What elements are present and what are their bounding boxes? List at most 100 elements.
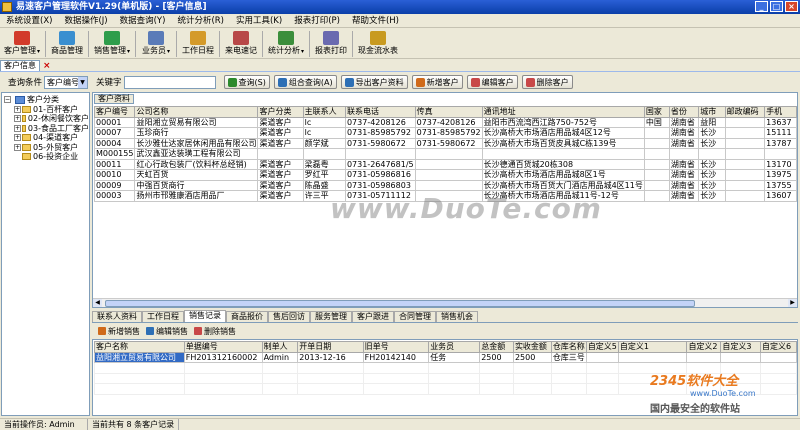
menu-statistics[interactable]: 统计分析(R) xyxy=(171,14,230,28)
button-label: 编辑客户 xyxy=(481,77,514,87)
folder-icon xyxy=(22,124,26,132)
toolbar-schedule[interactable]: 工作日程 xyxy=(180,29,216,59)
column-header[interactable]: 自定义5 xyxy=(585,341,619,353)
column-header[interactable]: 制单人 xyxy=(261,341,299,353)
tab-contracts[interactable]: 合同管理 xyxy=(394,311,436,322)
table-row[interactable]: 00010 天虹百货 渠道客户 罗红平 0731-05986816 长沙高桥大市场酒店用品… xyxy=(93,169,797,181)
tab-follow-up[interactable]: 客户跟进 xyxy=(352,311,394,322)
column-header[interactable]: 自定义6 xyxy=(760,341,797,353)
column-header[interactable]: 通讯地址 xyxy=(481,106,645,118)
tab-service[interactable]: 服务管理 xyxy=(310,311,352,322)
tab-after-sales[interactable]: 售后回访 xyxy=(268,311,310,322)
delete-customer-button[interactable]: 删除客户 xyxy=(521,75,573,89)
combined-search-button[interactable]: 组合查询(A) xyxy=(273,75,337,89)
expand-icon[interactable]: + xyxy=(14,115,21,123)
maximize-button[interactable]: □ xyxy=(770,1,783,12)
tab-customer-info[interactable]: 客户信息 xyxy=(0,60,40,71)
close-button[interactable]: × xyxy=(785,1,798,12)
edit-customer-button[interactable]: 编辑客户 xyxy=(466,75,518,89)
scroll-left-icon[interactable]: ◀ xyxy=(93,299,102,307)
column-header[interactable]: 传真 xyxy=(414,106,483,118)
condition-value: 客户编号 xyxy=(47,77,80,87)
table-cell xyxy=(698,148,726,160)
column-header[interactable]: 手机 xyxy=(764,106,797,118)
horizontal-scrollbar[interactable]: ◀ ▶ xyxy=(93,298,797,307)
column-header[interactable]: 旧单号 xyxy=(362,341,430,353)
phone-icon xyxy=(233,31,249,45)
tree-item[interactable]: 06-投资企业 xyxy=(2,152,89,162)
tab-opportunities[interactable]: 销售机会 xyxy=(436,311,478,322)
printer-icon xyxy=(323,31,339,45)
tab-sales-records[interactable]: 销售记录 xyxy=(184,310,226,322)
column-header[interactable]: 仓库名称 xyxy=(550,341,587,353)
expand-icon[interactable]: + xyxy=(14,143,21,151)
column-header[interactable]: 联系电话 xyxy=(344,106,416,118)
column-header[interactable]: 主联系人 xyxy=(302,106,346,118)
toolbar-salesperson[interactable]: 业务员▾ xyxy=(139,29,173,59)
toolbar-product-management[interactable]: 商品管理 xyxy=(49,29,85,59)
tab-quotes[interactable]: 商品报价 xyxy=(226,311,268,322)
tab-contacts[interactable]: 联系人资料 xyxy=(92,311,142,322)
toolbar-statistics[interactable]: 统计分析▾ xyxy=(266,29,306,59)
close-tab-icon[interactable]: × xyxy=(43,61,51,71)
condition-select[interactable]: 客户编号 ▼ xyxy=(44,75,89,89)
expand-icon[interactable]: + xyxy=(14,124,21,132)
add-customer-button[interactable]: 新增客户 xyxy=(411,75,463,89)
column-header[interactable]: 客户分类 xyxy=(257,106,304,118)
table-row[interactable]: 00001 益阳湘立贸易有限公司 渠道客户 lc 0737-4208126 0737-42… xyxy=(93,116,797,128)
scroll-right-icon[interactable]: ▶ xyxy=(788,299,797,307)
table-row[interactable]: 00009 中强百货商行 渠道客户 陈晶盛 0731-05986803 长沙高桥大市场百货… xyxy=(93,179,797,191)
table-row[interactable]: 00011 红心行政包装厂(饮料杯总经销) 渠道客户 梁磊粤 0731-2647681/… xyxy=(93,158,797,170)
column-header[interactable]: 邮政编码 xyxy=(724,106,766,118)
column-header[interactable]: 自定义1 xyxy=(617,341,688,353)
menu-tools[interactable]: 实用工具(K) xyxy=(230,14,288,28)
search-icon xyxy=(227,77,237,87)
empty-cell xyxy=(585,383,619,395)
column-header[interactable]: 总金额 xyxy=(479,341,514,353)
table-row[interactable]: 00007 玉珍商行 渠道客户 lc 0731-85985792 0731-8598579… xyxy=(93,127,797,139)
toolbar-report-print[interactable]: 报表打印 xyxy=(313,29,349,59)
expand-icon[interactable]: + xyxy=(14,134,21,142)
toolbar-sales-management[interactable]: 销售管理▾ xyxy=(92,29,132,59)
delete-sale-button[interactable]: 删除销售 xyxy=(194,326,236,337)
table-cell: 中强百货商行 xyxy=(134,179,259,191)
menu-system[interactable]: 系统设置(X) xyxy=(0,14,58,28)
column-header[interactable]: 公司名称 xyxy=(134,106,259,118)
column-header[interactable]: 自定义3 xyxy=(720,341,762,353)
keyword-input[interactable] xyxy=(123,75,216,89)
menu-data-query[interactable]: 数据查询(Y) xyxy=(114,14,172,28)
column-header[interactable]: 开单日期 xyxy=(297,341,364,353)
column-header[interactable]: 自定义2 xyxy=(686,341,722,353)
tab-schedule[interactable]: 工作日程 xyxy=(142,311,184,322)
column-header[interactable]: 客户编号 xyxy=(93,106,136,118)
table-row[interactable]: 益阳湘立贸易有限公司 FH201312160002 Admin 2013-12-16 F… xyxy=(94,351,797,363)
table-cell: 2500 xyxy=(479,351,514,363)
menu-help[interactable]: 帮助文件(H) xyxy=(346,14,405,28)
edit-sale-button[interactable]: 编辑销售 xyxy=(146,326,188,337)
search-button[interactable]: 查询(S) xyxy=(223,75,270,89)
toolbar-cash-flow[interactable]: 现金流水表 xyxy=(356,29,400,59)
export-button[interactable]: 导出客户资料 xyxy=(340,75,408,89)
table-cell xyxy=(257,148,304,160)
add-sale-button[interactable]: 新增销售 xyxy=(98,326,140,337)
column-header[interactable]: 单据编号 xyxy=(183,341,263,353)
scroll-thumb[interactable] xyxy=(105,300,695,307)
minimize-button[interactable]: _ xyxy=(755,1,768,12)
table-cell: 湖南省 xyxy=(668,169,700,181)
column-header[interactable]: 实收金额 xyxy=(512,341,552,353)
menu-report-print[interactable]: 报表打印(P) xyxy=(288,14,346,28)
toolbar-call-memo[interactable]: 来电速记 xyxy=(223,29,259,59)
table-row[interactable]: M000155 武汉鑫亚达装璜工程有限公司 xyxy=(93,148,797,160)
column-header[interactable]: 省份 xyxy=(668,106,700,118)
menu-data-ops[interactable]: 数据操作(J) xyxy=(58,14,113,28)
toolbar-customer-management[interactable]: 客户管理▾ xyxy=(2,29,42,59)
table-row[interactable]: 00004 长沙雅仕达家居休闲用品有限公司 渠道客户 颜学斌 0731-5980672 0… xyxy=(93,137,797,149)
tab-customer-data[interactable]: 客户资料 xyxy=(94,94,134,104)
column-header[interactable]: 客户名称 xyxy=(94,341,185,353)
column-header[interactable]: 业务员 xyxy=(428,341,481,353)
delete-icon xyxy=(194,327,202,335)
collapse-icon[interactable]: − xyxy=(4,96,11,104)
column-header[interactable]: 国家 xyxy=(643,106,670,118)
expand-icon[interactable]: + xyxy=(14,105,21,113)
column-header[interactable]: 城市 xyxy=(698,106,726,118)
